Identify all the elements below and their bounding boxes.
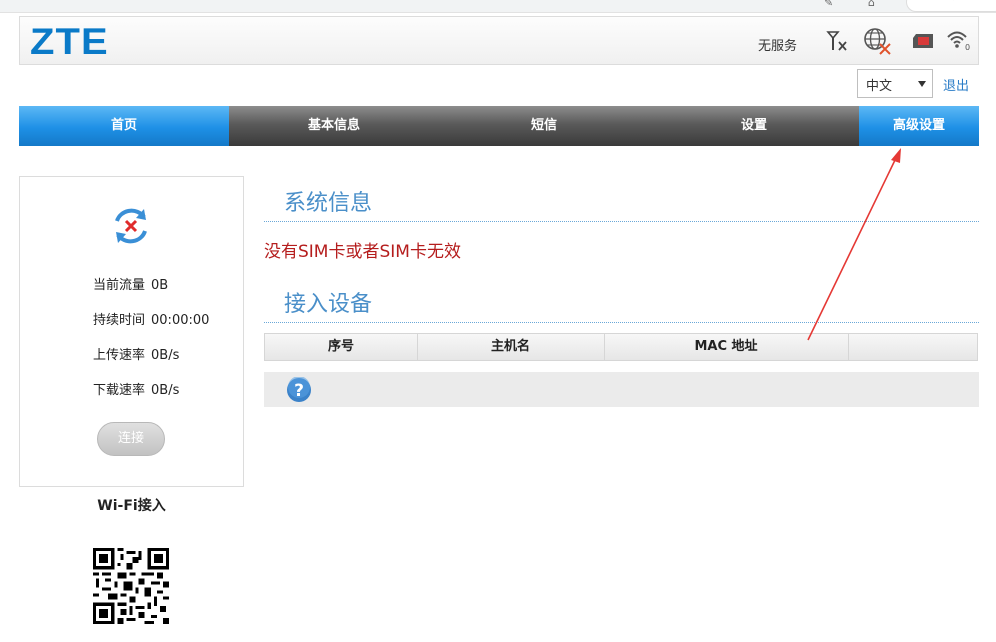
- logout-link[interactable]: 退出: [943, 75, 969, 94]
- duration-stat: 持续时间 00:00:00: [93, 309, 209, 328]
- devices-help-row: ?: [264, 372, 979, 407]
- language-select-value: 中文: [866, 79, 893, 94]
- system-info-divider: [264, 221, 979, 222]
- wifi-qr-code: [93, 548, 169, 624]
- system-info-title: 系统信息: [284, 191, 373, 216]
- col-extra: [848, 334, 977, 360]
- browser-search-box[interactable]: ⌕: [906, 0, 996, 12]
- nav-item-advanced-settings[interactable]: 高级设置: [859, 106, 979, 146]
- devices-divider: [264, 322, 979, 323]
- download-label: 下载速率: [93, 383, 146, 398]
- upload-value: 0B/s: [151, 348, 180, 363]
- edit-icon[interactable]: ✎: [824, 0, 833, 9]
- no-sim-message: 没有SIM卡或者SIM卡无效: [264, 242, 461, 262]
- duration-label: 持续时间: [93, 313, 146, 328]
- nav-item-settings[interactable]: 设置: [649, 106, 859, 146]
- browser-toolbar-edge: ✎ ⌂ ⌕: [0, 0, 996, 13]
- sim-card-icon: [913, 34, 933, 48]
- wifi-access-label: Wi-Fi接入: [97, 498, 166, 514]
- chevron-down-icon: [918, 81, 926, 87]
- wifi-signal-icon: 0: [947, 31, 970, 51]
- main-nav: 首页 基本信息 短信 设置 高级设置: [19, 106, 979, 146]
- search-icon: ⌕: [953, 0, 959, 3]
- language-select[interactable]: 中文: [857, 69, 933, 98]
- svg-text:?: ?: [294, 381, 304, 401]
- nav-item-basic-info[interactable]: 基本信息: [229, 106, 439, 146]
- download-stat: 下载速率 0B/s: [93, 379, 179, 398]
- traffic-stat: 当前流量 0B: [93, 274, 168, 293]
- upload-stat: 上传速率 0B/s: [93, 344, 179, 363]
- router-header: ZTE 无服务 0: [19, 16, 979, 65]
- zte-logo: ZTE: [30, 21, 109, 62]
- nav-item-home[interactable]: 首页: [19, 106, 229, 146]
- svg-text:0: 0: [965, 43, 970, 51]
- upload-label: 上传速率: [93, 348, 146, 363]
- internet-disconnected-icon: [864, 28, 891, 55]
- download-value: 0B/s: [151, 383, 180, 398]
- devices-table-header: 序号 主机名 MAC 地址: [264, 333, 978, 361]
- col-mac: MAC 地址: [694, 339, 758, 354]
- duration-value: 00:00:00: [151, 313, 210, 328]
- help-icon[interactable]: ?: [286, 377, 312, 403]
- col-index: 序号: [327, 339, 354, 354]
- col-hostname: 主机名: [490, 339, 530, 354]
- connection-status-icon: [115, 208, 147, 244]
- home-icon[interactable]: ⌂: [868, 0, 875, 9]
- traffic-label: 当前流量: [93, 278, 146, 293]
- connection-panel: 当前流量 0B 持续时间 00:00:00 上传速率 0B/s 下载速率 0B/s 连接: [19, 176, 244, 487]
- network-status-text: 无服务: [758, 39, 798, 54]
- devices-title: 接入设备: [284, 292, 373, 317]
- traffic-value: 0B: [151, 278, 169, 293]
- signal-no-sim-icon: [826, 31, 847, 51]
- connect-button[interactable]: 连接: [97, 422, 165, 456]
- nav-item-sms[interactable]: 短信: [439, 106, 649, 146]
